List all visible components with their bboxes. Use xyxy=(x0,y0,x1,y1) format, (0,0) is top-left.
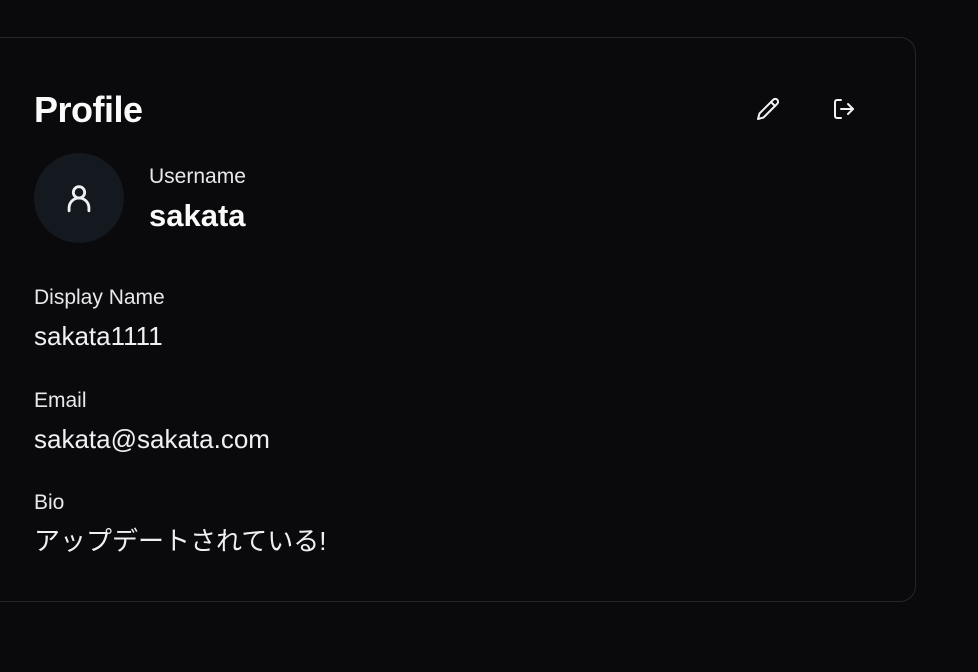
logout-button[interactable] xyxy=(824,89,864,129)
display-name-value: sakata1111 xyxy=(34,321,163,351)
email-value: sakata@sakata.com xyxy=(34,424,270,454)
edit-profile-button[interactable] xyxy=(748,89,788,129)
page-title: Profile xyxy=(34,89,143,130)
bio-value: アップデートされている! xyxy=(34,526,327,556)
username-value: sakata xyxy=(149,198,246,233)
display-name-label: Display Name xyxy=(34,286,165,309)
pencil-icon xyxy=(757,97,780,120)
username-label: Username xyxy=(149,165,246,188)
bio-label: Bio xyxy=(34,491,65,514)
user-icon xyxy=(67,185,91,213)
email-label: Email xyxy=(34,389,87,412)
logout-icon xyxy=(834,99,854,119)
avatar xyxy=(34,153,124,243)
